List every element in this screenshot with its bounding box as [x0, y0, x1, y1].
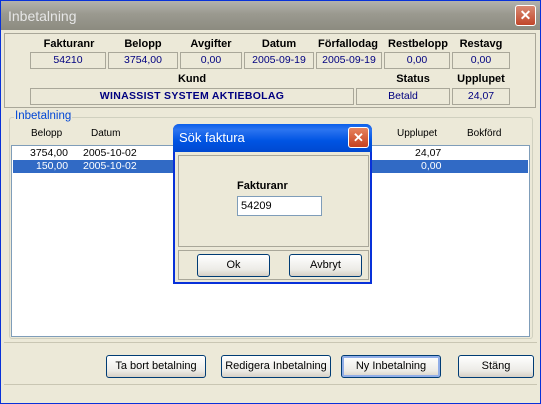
window-titlebar[interactable]: Inbetalning ✕	[1, 1, 540, 30]
header-restbelopp: Restbelopp	[388, 38, 448, 50]
payment-window: Inbetalning ✕ Fakturanr Belopp Avgifter …	[0, 0, 541, 404]
value-forfallodag: 2005-09-19	[316, 52, 382, 69]
row-belopp: 150,00	[36, 160, 69, 172]
value-upplupet: 24,07	[452, 88, 510, 105]
value-kund: WINASSIST SYSTEM AKTIEBOLAG	[30, 88, 354, 105]
row-belopp: 3754,00	[30, 147, 68, 159]
dialog-panel: Fakturanr 54209	[178, 155, 369, 247]
window-close-icon[interactable]: ✕	[515, 5, 536, 26]
header-forfallodag: Förfallodag	[318, 38, 378, 50]
dialog-fakturanr-label: Fakturanr	[237, 180, 288, 192]
header-fakturanr: Fakturanr	[43, 38, 95, 50]
delete-payment-button[interactable]: Ta bort betalning	[106, 355, 206, 378]
window-title: Inbetalning	[8, 8, 77, 24]
value-restavg: 0,00	[452, 52, 510, 69]
ok-button[interactable]: Ok	[197, 254, 270, 277]
col-belopp: Belopp	[31, 128, 63, 139]
new-payment-button[interactable]: Ny Inbetalning	[341, 355, 441, 378]
col-bokford: Bokförd	[467, 128, 502, 139]
value-fakturanr: 54210	[30, 52, 106, 69]
header-restavg: Restavg	[459, 38, 503, 50]
col-upplupet: Upplupet	[397, 128, 438, 139]
label-kund: Kund	[177, 73, 207, 85]
value-restbelopp: 0,00	[384, 52, 450, 69]
value-status: Betald	[356, 88, 450, 105]
fakturanr-input[interactable]: 54209	[237, 196, 322, 216]
dialog-title: Sök faktura	[179, 130, 245, 145]
dialog-close-icon[interactable]: ✕	[348, 127, 369, 148]
col-datum: Datum	[91, 128, 121, 139]
close-button[interactable]: Stäng	[458, 355, 534, 378]
payments-group-label: Inbetalning	[14, 110, 73, 122]
value-belopp: 3754,00	[108, 52, 178, 69]
dialog-titlebar[interactable]: Sök faktura ✕	[173, 124, 372, 152]
status-bar	[4, 384, 537, 401]
cancel-button[interactable]: Avbryt	[289, 254, 362, 277]
row-datum: 2005-10-02	[83, 147, 137, 159]
header-avgifter: Avgifter	[190, 38, 232, 50]
header-datum: Datum	[261, 38, 297, 50]
label-status: Status	[396, 73, 430, 85]
row-datum: 2005-10-02	[83, 160, 137, 172]
header-belopp: Belopp	[124, 38, 162, 50]
row-upplupet: 0,00	[421, 160, 442, 172]
value-datum: 2005-09-19	[244, 52, 314, 69]
edit-payment-button[interactable]: Redigera Inbetalning	[221, 355, 331, 378]
label-upplupet: Upplupet	[457, 73, 505, 85]
search-invoice-dialog: Sök faktura ✕ Fakturanr 54209 Ok Avbryt	[173, 124, 372, 284]
value-avgifter: 0,00	[180, 52, 242, 69]
row-upplupet: 24,07	[415, 147, 442, 159]
dialog-button-area: Ok Avbryt	[178, 250, 369, 280]
